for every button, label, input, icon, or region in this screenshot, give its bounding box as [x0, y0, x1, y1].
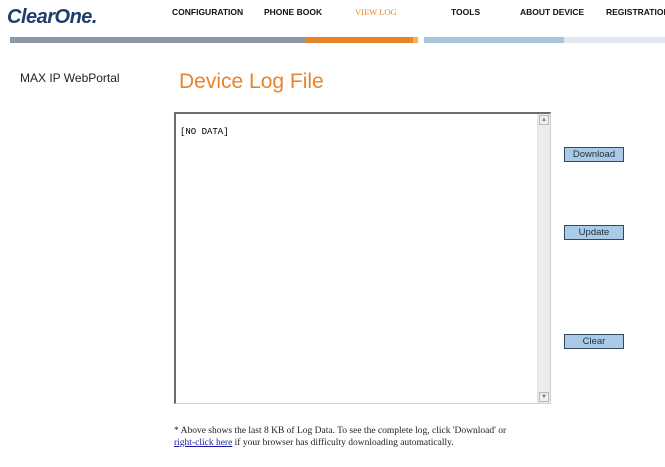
- scroll-up-icon[interactable]: ▲: [539, 115, 549, 125]
- nav-bar-accent-edge: [413, 37, 418, 43]
- log-textarea[interactable]: [NO DATA] ▲ ▼: [174, 112, 551, 404]
- product-name: MAX IP WebPortal: [20, 71, 120, 85]
- note-text-end: if your browser has difficulty downloadi…: [232, 438, 454, 448]
- nav-configuration[interactable]: CONFIGURATION: [172, 7, 243, 17]
- nav-bar-gray-segment: [10, 37, 305, 43]
- nav-bar-light-segment: [564, 37, 665, 43]
- clearone-logo: ClearOne.: [7, 6, 97, 28]
- download-button[interactable]: Download: [564, 147, 624, 162]
- right-click-link[interactable]: right-click here: [174, 438, 232, 448]
- scroll-down-icon[interactable]: ▼: [539, 392, 549, 402]
- update-button[interactable]: Update: [564, 225, 624, 240]
- nav-tools[interactable]: TOOLS: [451, 7, 480, 17]
- nav-registration[interactable]: REGISTRATION: [606, 7, 665, 17]
- nav-phone-book[interactable]: PHONE BOOK: [264, 7, 322, 17]
- note-text-start: * Above shows the last 8 KB of Log Data.…: [174, 426, 507, 436]
- log-note: * Above shows the last 8 KB of Log Data.…: [174, 425, 519, 449]
- clear-button[interactable]: Clear: [564, 334, 624, 349]
- log-content: [NO DATA]: [180, 127, 229, 137]
- nav-bar-blue-segment: [424, 37, 564, 43]
- nav-about-device[interactable]: ABOUT DEVICE: [520, 7, 584, 17]
- log-scrollbar[interactable]: ▲ ▼: [537, 114, 550, 403]
- page-title: Device Log File: [179, 70, 324, 93]
- nav-view-log[interactable]: VIEW LOG: [355, 7, 397, 17]
- nav-bar-active-segment: [305, 37, 413, 43]
